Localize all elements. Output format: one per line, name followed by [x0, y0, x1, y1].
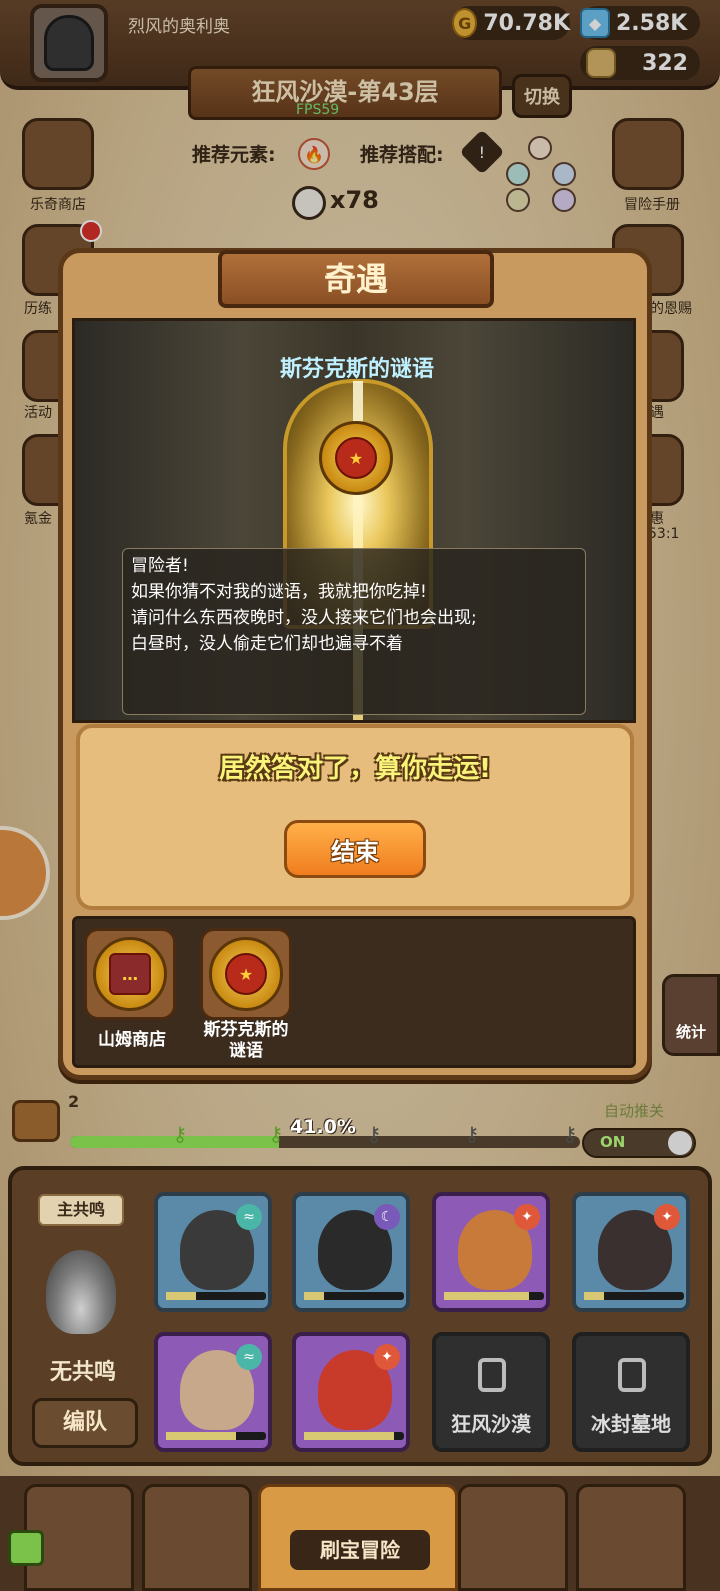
- flame-icon: [46, 1250, 116, 1334]
- formation-button[interactable]: 编队: [32, 1398, 138, 1448]
- hero-card-knight[interactable]: ≈: [154, 1192, 272, 1312]
- nav-active-label: 刷宝冒险: [290, 1530, 430, 1570]
- lock-icon: [618, 1358, 646, 1392]
- modal-title: 奇遇: [218, 250, 494, 308]
- key-icon: ⚷: [464, 1122, 480, 1146]
- lock-icon: [478, 1358, 506, 1392]
- locked-slot-desert[interactable]: 狂风沙漠: [432, 1332, 550, 1452]
- hero-card-demon[interactable]: ✦: [292, 1332, 410, 1452]
- fire-element-icon: ✦: [514, 1204, 540, 1230]
- fire-element-icon: ✦: [654, 1204, 680, 1230]
- hero-exp-bar: [304, 1432, 404, 1440]
- book-icon: …: [109, 953, 151, 995]
- hero-card-scar[interactable]: ≈: [154, 1332, 272, 1452]
- sphinx-icon: ★: [209, 937, 283, 1011]
- hero-exp-fill: [584, 1292, 604, 1300]
- locked-slot-label: 冰封墓地: [591, 1412, 671, 1436]
- demon-face-icon: ★: [335, 437, 377, 479]
- hero-card-turban[interactable]: ✦: [432, 1192, 550, 1312]
- sphinx-history-item[interactable]: ★: [200, 928, 292, 1020]
- nav-bag-button[interactable]: [458, 1484, 568, 1591]
- wind-element-icon: ≈: [236, 1204, 262, 1230]
- main-resonance-label: 主共鸣: [38, 1194, 124, 1226]
- hero-exp-fill: [444, 1292, 529, 1300]
- hero-exp-fill: [166, 1432, 236, 1440]
- key-icon: ⚷: [268, 1122, 284, 1146]
- stats-button[interactable]: 统计: [662, 974, 720, 1056]
- dialog-line: 如果你猜不对我的谜语，我就把你吃掉!: [131, 582, 427, 602]
- history-label-0: 山姆商店: [98, 1030, 166, 1050]
- toggle-knob: [668, 1131, 692, 1155]
- hero-exp-fill: [166, 1292, 196, 1300]
- key-icon: ⚷: [562, 1122, 578, 1146]
- hero-exp-bar: [166, 1432, 266, 1440]
- hero-exp-bar: [584, 1292, 684, 1300]
- moon-element-icon: ☾: [374, 1204, 400, 1230]
- key-icon: ⚷: [366, 1122, 382, 1146]
- dialog-line: 冒险者!: [131, 556, 189, 576]
- chat-icon[interactable]: [8, 1530, 44, 1566]
- history-label-1-line2: 谜语: [229, 1041, 263, 1061]
- sphinx-badge-icon: ★: [319, 421, 393, 495]
- hero-card-pirate[interactable]: ✦: [572, 1192, 690, 1312]
- nav-hero-button[interactable]: [142, 1484, 252, 1591]
- hero-exp-fill: [304, 1292, 324, 1300]
- auto-advance-toggle[interactable]: ON: [582, 1128, 696, 1158]
- fire-element-icon: ✦: [374, 1344, 400, 1370]
- result-text-wrap: 居然答对了，算你走运!: [76, 748, 634, 785]
- hero-exp-fill: [304, 1432, 394, 1440]
- chest-count: 2: [68, 1092, 80, 1111]
- locked-slot-label: 狂风沙漠: [451, 1412, 531, 1436]
- wind-element-icon: ≈: [236, 1344, 262, 1370]
- hero-exp-bar: [166, 1292, 266, 1300]
- key-icon: ⚷: [172, 1122, 188, 1146]
- toggle-label: ON: [600, 1133, 626, 1151]
- history-label-1: 斯芬克斯的 谜语: [186, 1020, 306, 1062]
- result-text: 居然答对了，算你走运!: [219, 754, 491, 784]
- demon-face-icon: ★: [225, 953, 267, 995]
- locked-slot-tomb[interactable]: 冰封墓地: [572, 1332, 690, 1452]
- scene-title: 斯芬克斯的谜语: [279, 357, 434, 382]
- auto-advance-label: 自动推关: [604, 1102, 665, 1120]
- hero-exp-bar: [444, 1292, 544, 1300]
- history-label-1-line1: 斯芬克斯的: [203, 1020, 289, 1040]
- progress-percent: 41.0%: [290, 1116, 356, 1138]
- sam-shop-icon: …: [93, 937, 167, 1011]
- dialog-line: 白昼时，没人偷走它们却也遍寻不着: [131, 634, 403, 654]
- dialog-line: 请问什么东西夜晚时，没人接来它们也会出现;: [131, 608, 477, 628]
- no-resonance-text: 无共鸣: [49, 1360, 116, 1385]
- riddle-dialog: 冒险者! 如果你猜不对我的谜语，我就把你吃掉! 请问什么东西夜晚时，没人接来它们…: [122, 548, 586, 715]
- hero-card-hooded[interactable]: ☾: [292, 1192, 410, 1312]
- stats-label: 统计: [675, 1023, 706, 1041]
- nav-forge-button[interactable]: [576, 1484, 686, 1591]
- sam-shop-history-item[interactable]: …: [84, 928, 176, 1020]
- treasure-chest-icon[interactable]: [12, 1100, 60, 1142]
- end-button[interactable]: 结束: [284, 820, 426, 878]
- hero-exp-bar: [304, 1292, 404, 1300]
